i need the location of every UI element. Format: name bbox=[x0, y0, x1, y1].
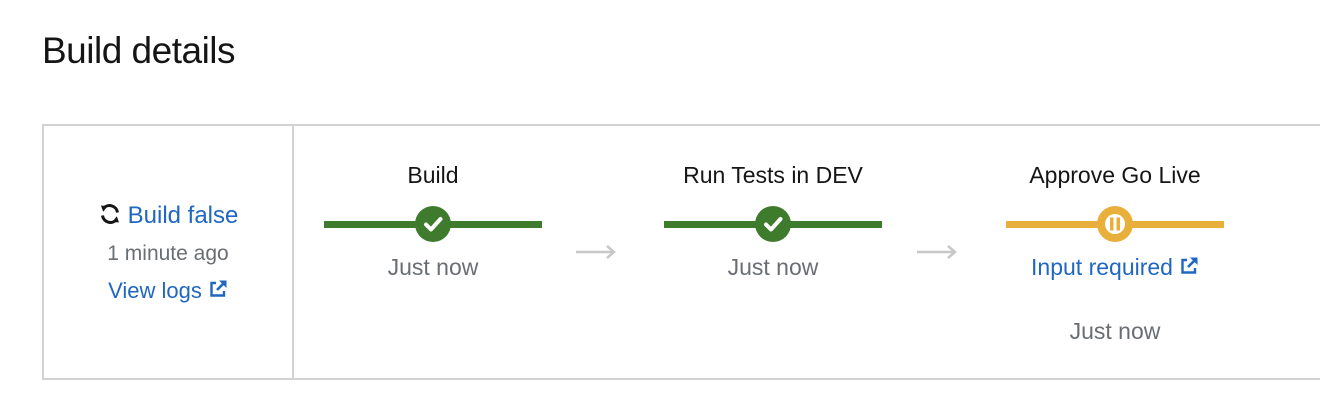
arrow-right-icon bbox=[915, 241, 959, 263]
build-summary: Build false 1 minute ago View logs bbox=[44, 126, 294, 378]
page-title: Build details bbox=[42, 30, 236, 71]
view-logs-row: View logs bbox=[44, 278, 292, 305]
stage-time: Just now bbox=[1069, 318, 1161, 344]
build-link[interactable]: Build false bbox=[128, 202, 239, 229]
stage-time: Just now bbox=[727, 254, 819, 280]
input-required-link[interactable]: Input required bbox=[1031, 254, 1173, 280]
arrow-right-icon bbox=[574, 241, 618, 263]
view-logs-link[interactable]: View logs bbox=[108, 278, 202, 303]
stage-name: Approve Go Live bbox=[1029, 162, 1201, 188]
stage-run-tests: Run Tests in DEV Just now bbox=[664, 126, 882, 378]
pause-icon bbox=[1097, 206, 1133, 242]
stage-build: Build Just now bbox=[324, 126, 542, 378]
external-link-icon[interactable] bbox=[1179, 255, 1199, 282]
pipeline-panel: Build false 1 minute ago View logs Build… bbox=[42, 124, 1320, 380]
stage-time: Just now bbox=[387, 254, 479, 280]
input-required-row: Input required bbox=[986, 254, 1244, 282]
build-time: 1 minute ago bbox=[107, 242, 229, 265]
build-link-row: Build false bbox=[44, 202, 292, 233]
success-check-icon bbox=[415, 206, 451, 242]
stage-approve-go-live: Approve Go Live Input required Just now bbox=[1006, 126, 1224, 378]
stage-name: Run Tests in DEV bbox=[683, 162, 863, 188]
external-link-icon[interactable] bbox=[208, 279, 228, 305]
success-check-icon bbox=[755, 206, 791, 242]
stage-name: Build bbox=[407, 162, 459, 188]
sync-icon bbox=[98, 202, 122, 233]
